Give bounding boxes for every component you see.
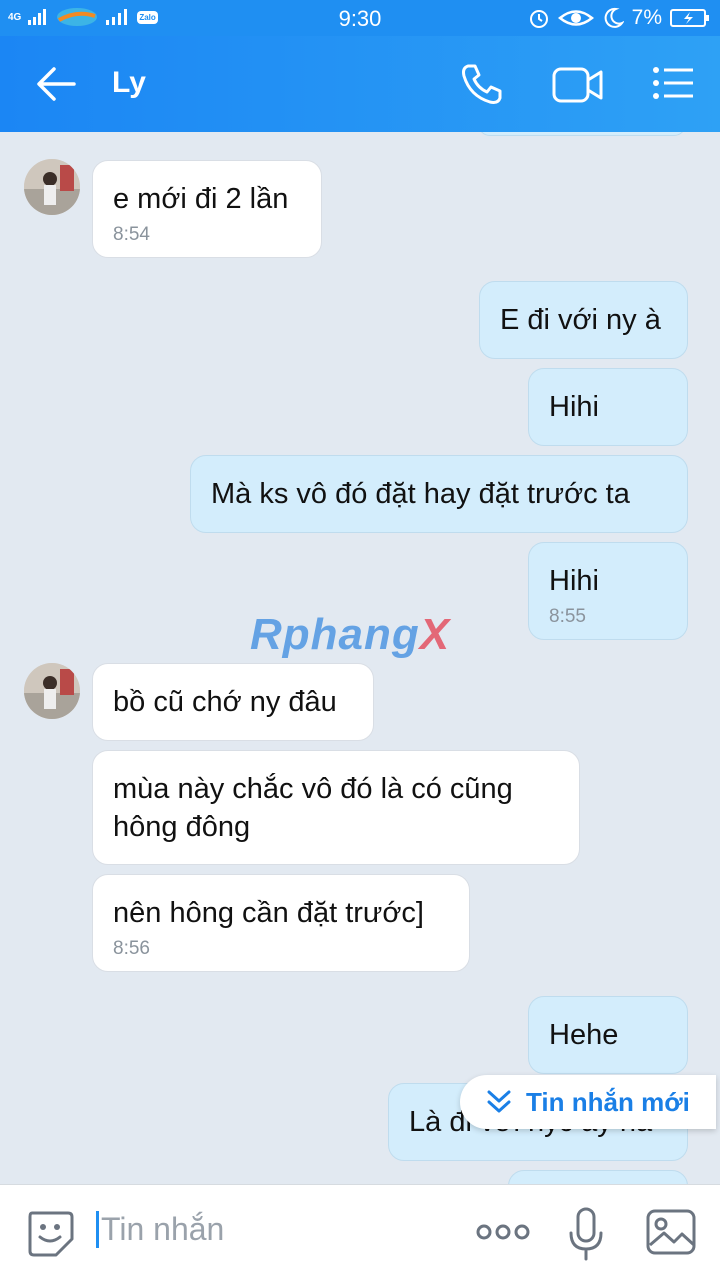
new-message-label: Tin nhắn mới: [526, 1086, 690, 1117]
message-text: e mới đi 2 lần: [113, 183, 289, 215]
message-text: Mà ks vô đó đặt hay đặt trước ta: [211, 478, 630, 510]
message-text: bồ cũ chớ ny đâu: [113, 686, 337, 718]
alarm-icon: [529, 10, 548, 28]
microphone-icon[interactable]: [568, 1207, 604, 1261]
avatar[interactable]: [24, 663, 80, 719]
message-bubble[interactable]: bồ cũ chớ ny đâu: [92, 663, 374, 741]
battery-icon: [670, 9, 709, 27]
watermark: RphangX: [250, 610, 450, 660]
video-call-icon[interactable]: [552, 66, 604, 104]
new-message-toast[interactable]: Tin nhắn mới: [460, 1075, 716, 1129]
message-bubble[interactable]: nên hông cần đặt trước] 8:56: [92, 874, 470, 972]
message-input[interactable]: Tin nhắn: [96, 1211, 224, 1248]
image-icon[interactable]: [646, 1209, 696, 1255]
message-bubble[interactable]: Hihi 8:55: [528, 542, 688, 640]
message-bubble[interactable]: Mà ks vô đó đặt hay đặt trước ta: [190, 455, 688, 533]
message-time: 8:56: [113, 938, 150, 959]
eye-icon: [557, 10, 594, 26]
message-bubble[interactable]: E đi với ny à: [479, 281, 688, 359]
contact-name[interactable]: Ly: [112, 66, 146, 100]
avatar[interactable]: [24, 159, 80, 215]
watermark-part-b: X: [419, 610, 451, 659]
message-bubble[interactable]: Hehe: [528, 996, 688, 1074]
message-text: mùa này chắc vô đó là có cũng hông đông: [113, 773, 513, 843]
double-chevron-down-icon: [487, 1090, 511, 1113]
moon-icon: [604, 7, 624, 28]
back-arrow-icon[interactable]: [36, 66, 76, 102]
watermark-part-a: Rphang: [250, 610, 420, 659]
battery-percent: 7%: [631, 6, 662, 29]
message-text: Hehe: [549, 1019, 619, 1051]
chat-header: Ly: [0, 36, 720, 132]
message-bubble[interactable]: mùa này chắc vô đó là có cũng hông đông: [92, 750, 580, 865]
status-right: 7%: [528, 6, 710, 30]
sticker-icon[interactable]: [26, 1209, 74, 1257]
more-icon[interactable]: [476, 1221, 530, 1243]
menu-icon[interactable]: [652, 66, 694, 100]
message-time: 8:55: [549, 606, 586, 627]
message-composer: Tin nhắn: [0, 1184, 720, 1281]
status-bar: 4G Zalo 9:30 7%: [0, 0, 720, 36]
message-bubble[interactable]: e mới đi 2 lần 8:54: [92, 160, 322, 258]
message-text: E đi với ny à: [500, 304, 661, 336]
message-bubble-partial: [508, 1170, 688, 1184]
message-text: nên hông cần đặt trước]: [113, 897, 424, 929]
message-text: Hihi: [549, 565, 599, 597]
message-time: 8:54: [113, 224, 150, 245]
message-text: Hihi: [549, 391, 599, 423]
message-bubble[interactable]: Hihi: [528, 368, 688, 446]
message-bubble-partial: [478, 132, 686, 136]
phone-icon[interactable]: [460, 62, 504, 106]
